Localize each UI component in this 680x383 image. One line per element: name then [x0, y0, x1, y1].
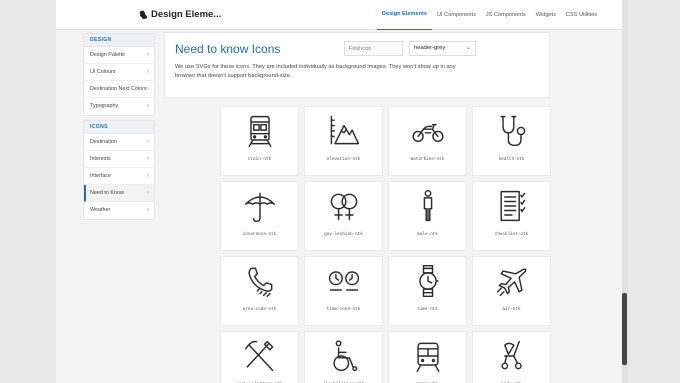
icon-card[interactable]: insurance-ntk — [220, 181, 299, 251]
icon-label: time-ntk — [417, 307, 438, 312]
motorbike-icon — [412, 123, 444, 143]
icon-label: time-zone-ntk — [326, 307, 361, 312]
icon-label: air-ntk — [502, 307, 521, 312]
chevron-right-icon: › — [147, 173, 149, 179]
sidebar-item-label: Destination Next Colors — [90, 86, 147, 92]
sidebar-item-destination[interactable]: Destination › — [84, 134, 154, 151]
pick-shovel-icon — [244, 340, 274, 372]
sidebar-item-destination-next-colors[interactable]: Destination Next Colors › — [84, 81, 154, 98]
sidebar-heading-icons: ICONS — [84, 121, 154, 134]
elevation-icon — [330, 115, 360, 145]
chevron-right-icon: › — [147, 86, 149, 92]
icon-card[interactable]: elevation-ntk — [304, 106, 383, 176]
clocks-icon — [328, 271, 360, 291]
chevron-right-icon: › — [147, 190, 149, 196]
sidebar-item-ui-colours[interactable]: UI Colours › — [84, 64, 154, 81]
chevron-right-icon: › — [147, 69, 149, 75]
chevron-right-icon: › — [147, 52, 149, 58]
chevron-right-icon: › — [147, 103, 149, 109]
icon-label: gay-lesbian-ntk — [324, 232, 363, 237]
theme-select[interactable]: header-grey ⌄ — [409, 41, 476, 56]
page-header-card: Need to know Icons header-grey ⌄ We use S… — [164, 32, 550, 98]
icon-label: insurance-ntk — [242, 232, 277, 237]
top-nav: Design Elements UI Components JS Compone… — [376, 0, 602, 30]
train-icon — [248, 115, 272, 148]
icon-card[interactable]: air-ntk — [472, 256, 551, 326]
icon-card[interactable]: tram-ntk — [388, 331, 467, 383]
icon-card[interactable]: work-volunteer-ntk — [220, 331, 299, 383]
tram-icon — [416, 342, 440, 373]
chevron-right-icon: › — [147, 156, 149, 162]
stethoscope-icon — [500, 115, 526, 147]
sidebar-item-weather[interactable]: Weather › — [84, 202, 154, 219]
icon-card[interactable]: gay-lesbian-ntk — [304, 181, 383, 251]
sidebar-item-interests[interactable]: Interests › — [84, 151, 154, 168]
sidebar-item-label: Need to Know — [90, 190, 124, 196]
icon-label: motorbike-ntk — [410, 157, 445, 162]
icon-card[interactable]: time-ntk — [388, 256, 467, 326]
icon-label: checklist-ntk — [494, 232, 529, 237]
umbrella-icon — [244, 192, 276, 223]
icon-grid: train-ntk elevation-ntk motorbike-ntk he… — [220, 106, 551, 383]
logo-icon — [139, 10, 148, 19]
icon-label: health-ntk — [498, 157, 525, 162]
sidebar-item-typography[interactable]: Typography › — [84, 98, 154, 115]
icon-card[interactable]: train-ntk — [220, 106, 299, 176]
icon-card[interactable]: time-zone-ntk — [304, 256, 383, 326]
right-margin — [628, 0, 680, 383]
sidebar-item-need-to-know[interactable]: Need to Know › — [84, 185, 154, 202]
top-bar: Design Eleme... Design Elements UI Compo… — [56, 0, 622, 30]
logo-text: Design Eleme... — [151, 9, 222, 20]
icon-card[interactable]: disabilities-ntk — [304, 331, 383, 383]
stroller-icon — [501, 340, 522, 370]
icon-card[interactable]: area-code-ntk — [220, 256, 299, 326]
watch-icon — [419, 264, 439, 298]
sidebar-group-design: DESIGN Design Palette › UI Colours › Desti… — [83, 33, 155, 116]
sidebar-item-interface[interactable]: Interface › — [84, 168, 154, 185]
sidebar-item-label: Typography — [90, 103, 119, 109]
phone-icon — [248, 267, 273, 298]
sidebar-item-label: Destination — [90, 139, 117, 145]
chevron-right-icon: › — [147, 139, 149, 145]
logo[interactable]: Design Eleme... — [139, 9, 221, 20]
sidebar-heading-design: DESIGN — [84, 34, 154, 47]
chevron-right-icon: › — [147, 207, 149, 213]
main-content: Need to know Icons header-grey ⌄ We use S… — [164, 32, 550, 98]
scrollbar-thumb[interactable] — [622, 293, 627, 365]
theme-select-value: header-grey — [414, 45, 446, 51]
icon-card[interactable]: motorbike-ntk — [388, 106, 467, 176]
sidebar-item-label: Weather — [90, 207, 111, 213]
sidebar-item-label: Interests — [90, 156, 111, 162]
page-description: We use SVGs for these icons. They are in… — [175, 64, 456, 79]
nav-ui-components[interactable]: UI Components — [432, 0, 481, 30]
sidebar-group-icons: ICONS Destination › Interests › Interface ›… — [83, 120, 155, 220]
sidebar-item-design-palette[interactable]: Design Palette › — [84, 47, 154, 64]
sidebar-item-label: Design Palette — [90, 52, 126, 58]
male-icon — [423, 189, 433, 222]
icon-card[interactable]: kids-ntk — [472, 331, 551, 383]
checklist-icon — [500, 190, 526, 222]
icon-label: male-ntk — [417, 232, 438, 237]
nav-css-utilities[interactable]: CSS Utilities — [561, 0, 602, 30]
icon-card[interactable]: health-ntk — [472, 106, 551, 176]
chevron-down-icon: ⌄ — [465, 45, 471, 51]
airplane-icon — [496, 268, 527, 297]
sidebar-item-label: UI Colours — [90, 69, 116, 75]
nav-js-components[interactable]: JS Components — [481, 0, 531, 30]
icon-card[interactable]: checklist-ntk — [472, 181, 551, 251]
wheelchair-icon — [333, 340, 358, 372]
gay-lesbian-icon — [330, 193, 358, 221]
page-title: Need to know Icons — [175, 42, 281, 56]
icon-label: train-ntk — [247, 157, 272, 162]
nav-design-elements[interactable]: Design Elements — [376, 0, 432, 30]
icon-label: area-code-ntk — [242, 307, 277, 312]
sidebar-item-label: Interface — [90, 173, 111, 179]
find-icon-input[interactable] — [344, 41, 403, 56]
icon-card[interactable]: male-ntk — [388, 181, 467, 251]
nav-widgets[interactable]: Widgets — [531, 0, 561, 30]
icon-label: elevation-ntk — [326, 157, 361, 162]
sidebar: DESIGN Design Palette › UI Colours › Desti… — [83, 33, 155, 224]
